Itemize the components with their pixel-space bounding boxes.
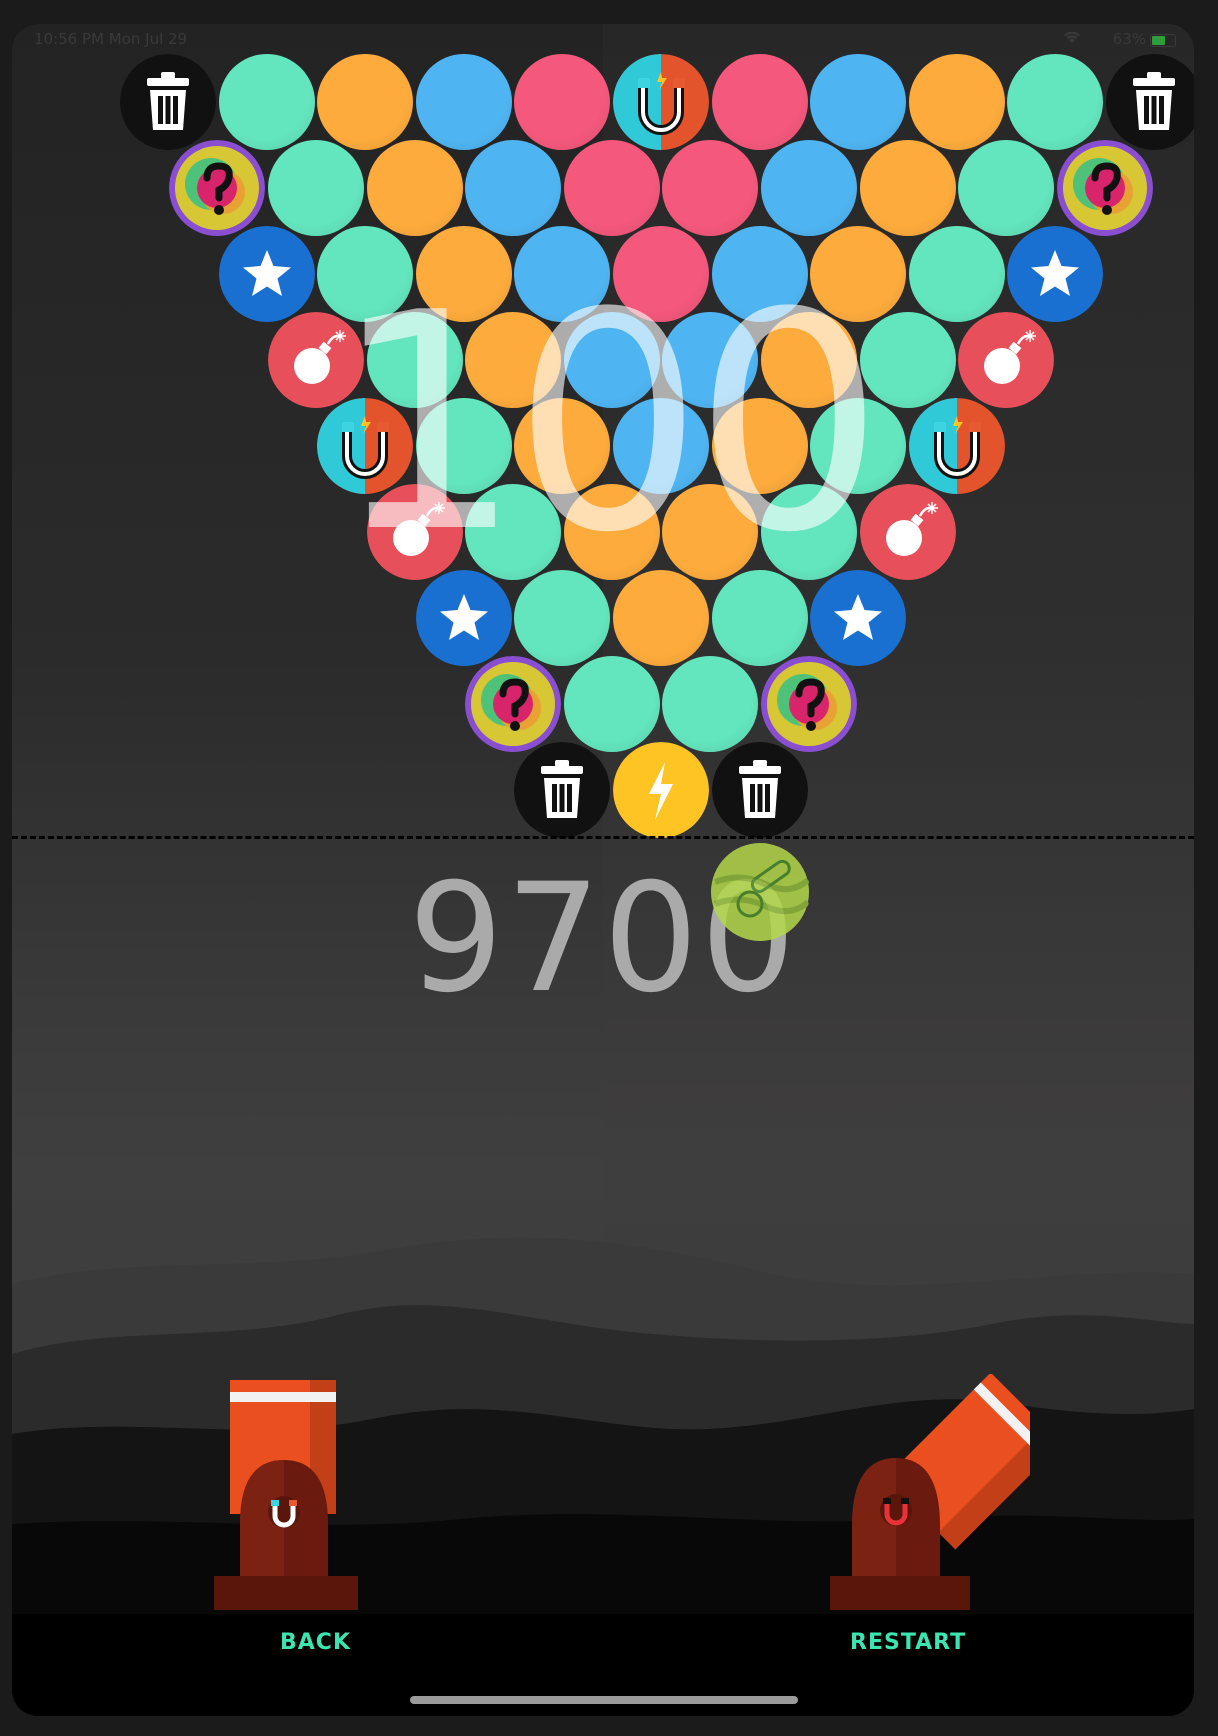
blue-bubble — [810, 54, 907, 150]
mystery-bubble — [1056, 140, 1153, 236]
orange-bubble — [908, 54, 1005, 150]
blue-bubble — [760, 140, 857, 236]
right-cannon-ammo-magnet-icon — [880, 1494, 912, 1526]
pink-bubble — [563, 140, 660, 236]
mystery-bubble — [465, 656, 562, 752]
restart-button[interactable]: RESTART — [850, 1630, 966, 1655]
mint-bubble — [563, 656, 660, 752]
blue-bubble — [465, 140, 562, 236]
left-cannon[interactable] — [214, 1380, 358, 1614]
mint-bubble — [662, 656, 759, 752]
mint-bubble — [958, 140, 1055, 236]
trash-bubble — [514, 742, 611, 838]
trash-bubble — [711, 742, 808, 838]
pink-bubble — [662, 140, 759, 236]
pink-bubble — [711, 54, 808, 150]
home-indicator — [410, 1696, 798, 1704]
right-cannon[interactable] — [830, 1374, 1030, 1614]
left-cannon-ammo-magnet-icon — [268, 1496, 300, 1528]
flying-saw-bubble — [711, 843, 810, 941]
back-button[interactable]: BACK — [280, 1630, 351, 1655]
mint-bubble — [1007, 54, 1104, 150]
magnet-bubble — [613, 54, 709, 150]
shots-remaining-counter: 100 — [331, 249, 885, 598]
pink-bubble — [514, 54, 611, 150]
trash-bubble — [120, 54, 216, 150]
score-display: 9700 — [408, 852, 798, 1026]
game-screen: 10:56 PM Mon Jul 29 63% 100 9700 BACK RE… — [12, 24, 1194, 1716]
orange-bubble — [366, 140, 463, 236]
lightning-bubble — [613, 742, 709, 838]
mystery-bubble — [760, 656, 857, 752]
orange-bubble — [859, 140, 956, 236]
mint-bubble — [267, 140, 364, 236]
trash-bubble — [1106, 54, 1194, 150]
dead-line — [12, 836, 1194, 839]
mint-bubble — [218, 54, 315, 150]
orange-bubble — [317, 54, 414, 150]
mystery-bubble — [169, 140, 266, 236]
blue-bubble — [415, 54, 512, 150]
